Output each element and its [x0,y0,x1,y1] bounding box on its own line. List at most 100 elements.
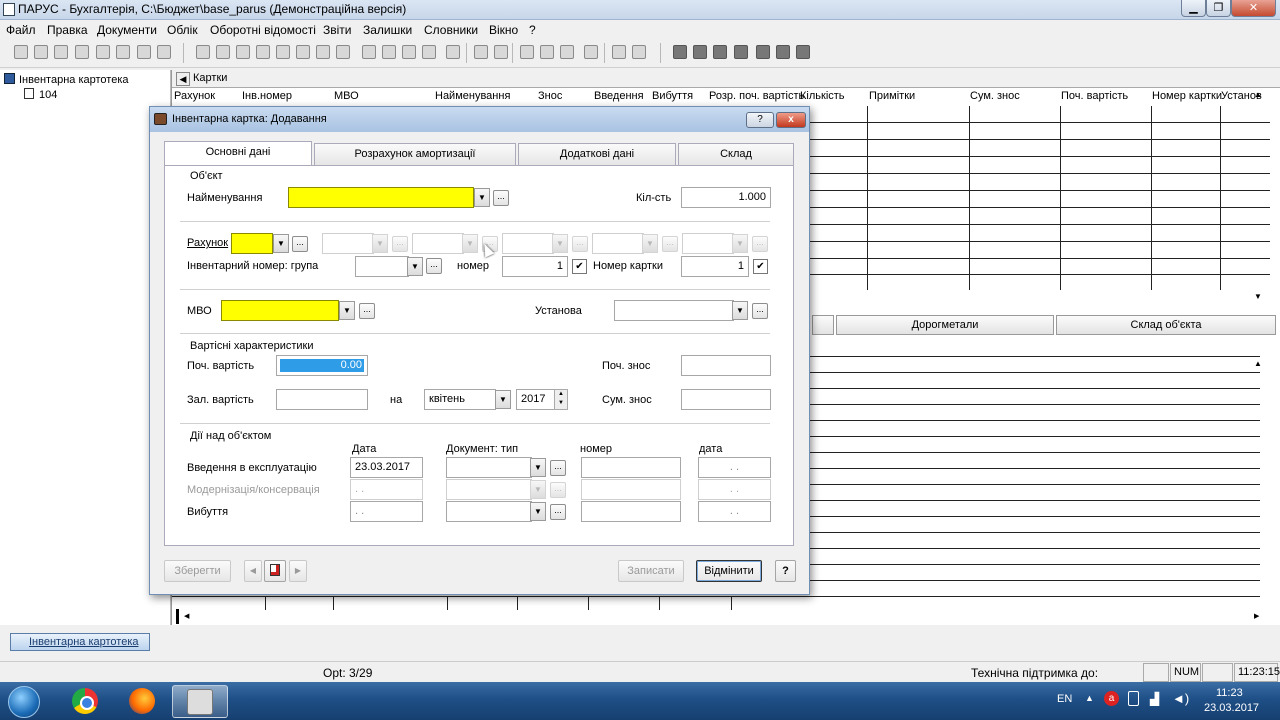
scroll-right-icon[interactable]: ▶ [1254,612,1259,620]
dialog-close-button[interactable]: x [776,112,806,128]
tool-icon-8[interactable] [336,45,350,59]
battery-icon[interactable] [1128,691,1139,706]
write-button[interactable]: Записати [618,560,684,582]
tree-item-104[interactable]: 104 [24,88,57,101]
next-record-button[interactable]: ▶ [289,560,307,582]
account-ellipsis-button[interactable]: ... [292,236,308,252]
tool-icon-19[interactable] [584,45,598,59]
residual-cost-input[interactable] [276,389,368,410]
taskbar-parus[interactable] [172,685,228,718]
tool-icon-18[interactable] [560,45,574,59]
tool-icon-22[interactable] [673,45,687,59]
language-indicator[interactable]: EN [1057,693,1072,705]
edit-doc-icon[interactable] [54,45,68,59]
col-initial-cost[interactable]: Поч. вартість [1061,90,1128,102]
copy-doc-icon[interactable] [34,45,48,59]
volume-icon[interactable]: ◄) [1172,691,1189,706]
name-dropdown[interactable]: ▼ [474,188,490,207]
close-button[interactable]: ✕ [1231,0,1276,17]
tool-icon-14[interactable] [474,45,488,59]
network-icon[interactable]: ▟ [1150,692,1159,706]
total-wear-input[interactable] [681,389,771,410]
tool-icon-4[interactable] [256,45,270,59]
tray-expand-icon[interactable]: ▲ [1085,693,1094,703]
mvo-ellipsis[interactable]: ... [359,303,375,319]
col-wear[interactable]: Знос [538,90,562,102]
delete-icon[interactable] [75,45,89,59]
inv-number-input[interactable]: 1 [502,256,568,277]
menu-turnover[interactable]: Оборотні відомості [210,23,316,37]
tool-icon-9[interactable] [362,45,376,59]
export-icon[interactable] [157,45,171,59]
calculator-icon[interactable] [693,45,707,59]
clock-date[interactable]: 23.03.2017 [1204,702,1259,714]
subtab-prev[interactable] [812,315,834,335]
col-notes[interactable]: Примітки [869,90,915,102]
tool-icon-2[interactable] [216,45,230,59]
menu-dictionaries[interactable]: Словники [424,23,478,37]
clock-time[interactable]: 11:23 [1216,687,1243,699]
disposal-doc-type-dropdown[interactable]: ▼ [530,502,546,521]
tab-composition[interactable]: Склад [678,143,794,165]
institution-ellipsis[interactable]: ... [752,303,768,319]
start-button[interactable] [8,686,40,718]
tool-icon-12[interactable] [422,45,436,59]
commission-doc-number-input[interactable] [581,457,681,478]
inv-number-check[interactable]: ✔ [572,259,587,274]
commission-doc-date-input[interactable]: . . [698,457,771,478]
commission-doc-ellipsis[interactable]: ... [550,460,566,476]
mvo-dropdown[interactable]: ▼ [339,301,355,320]
tool-icon-1[interactable] [196,45,210,59]
tree-item-root[interactable]: Інвентарна картотека [4,73,128,86]
save-button[interactable]: Зберегти [164,560,231,582]
subtab-object-composition[interactable]: Склад об'єкта [1056,315,1276,335]
print-icon[interactable] [137,45,151,59]
tool-icon-15[interactable] [494,45,508,59]
taskbar-firefox[interactable] [118,685,166,718]
col-quantity[interactable]: Кількість [800,90,845,102]
col-mvo[interactable]: МВО [334,90,359,102]
col-total-wear[interactable]: Сум. знос [970,90,1020,102]
scroll-up-icon-2[interactable]: ▲ [1254,359,1262,368]
help-button[interactable]: ? [775,560,796,582]
menu-window[interactable]: Вікно [489,23,518,37]
account-dropdown[interactable]: ▼ [273,234,289,253]
tool-icon-6[interactable] [296,45,310,59]
tool-icon-3[interactable] [236,45,250,59]
initial-wear-input[interactable] [681,355,771,376]
col-commission[interactable]: Введення [594,90,644,102]
scroll-down-icon[interactable]: ▼ [1254,292,1262,301]
inv-group-ellipsis[interactable]: ... [426,258,442,274]
subtab-precious-metals[interactable]: Дорогметали [836,315,1054,335]
name-input[interactable] [288,187,474,208]
inv-group-dropdown[interactable]: ▼ [407,257,423,276]
collapse-icon[interactable]: ◀ [176,72,190,86]
card-number-input[interactable]: 1 [681,256,749,277]
disposal-doc-type-input[interactable] [446,501,532,522]
institution-dropdown[interactable]: ▼ [732,301,748,320]
col-name[interactable]: Найменування [435,90,510,102]
col-inv-number[interactable]: Інв.номер [242,90,292,102]
tool-icon-24[interactable] [713,45,727,59]
tab-additional[interactable]: Додаткові дані [518,143,676,165]
filter-icon[interactable] [96,45,110,59]
col-account[interactable]: Рахунок [174,90,215,102]
tool-icon-7[interactable] [316,45,330,59]
folder-icon[interactable] [734,45,748,59]
scroll-up-icon[interactable]: ▲ [1254,90,1262,99]
tool-icon-5[interactable] [276,45,290,59]
month-select[interactable]: квітень [424,389,496,410]
disposal-date-input[interactable]: . . [350,501,423,522]
taskbar-chrome[interactable] [61,685,109,718]
disposal-doc-number-input[interactable] [581,501,681,522]
disposal-doc-ellipsis[interactable]: ... [550,504,566,520]
new-doc-icon[interactable] [14,45,28,59]
name-ellipsis-button[interactable]: ... [493,190,509,206]
year-spinner[interactable]: ▲ ▼ [554,389,568,410]
maximize-button[interactable]: ❐ [1206,0,1231,17]
account-input[interactable] [231,233,273,254]
tool-icon-11[interactable] [402,45,416,59]
menu-reports[interactable]: Звіти [323,23,352,37]
minimize-button[interactable]: ▁ [1181,0,1206,17]
institution-input[interactable] [614,300,734,321]
